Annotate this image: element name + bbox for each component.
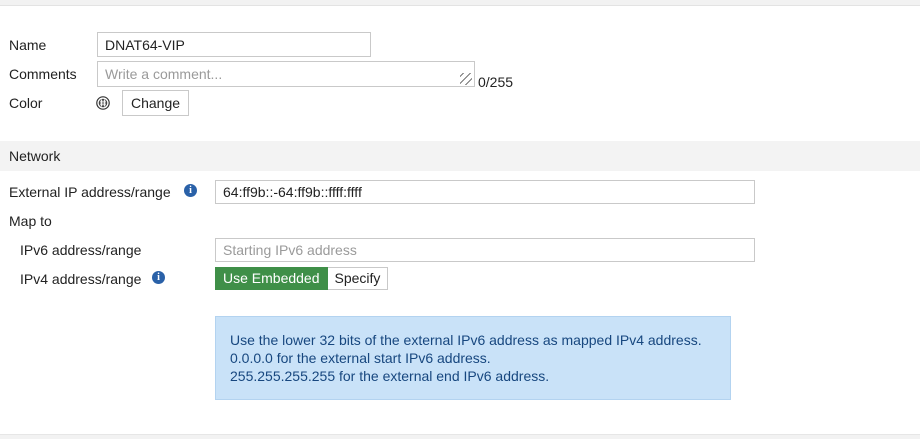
comments-counter: 0/255 bbox=[478, 74, 514, 90]
use-embedded-option[interactable]: Use Embedded bbox=[215, 267, 328, 290]
specify-option[interactable]: Specify bbox=[327, 267, 389, 290]
color-label: Color bbox=[9, 95, 43, 111]
resize-grip-icon[interactable] bbox=[460, 73, 472, 85]
info-message-box: Use the lower 32 bits of the external IP… bbox=[215, 316, 731, 400]
bottom-divider bbox=[0, 434, 920, 439]
network-section-title: Network bbox=[9, 148, 61, 164]
name-label: Name bbox=[9, 37, 47, 53]
info-icon[interactable]: i bbox=[184, 184, 197, 197]
comments-label: Comments bbox=[9, 66, 77, 82]
comments-field[interactable] bbox=[97, 61, 475, 87]
name-field[interactable] bbox=[97, 32, 371, 57]
color-change-button[interactable]: Change bbox=[122, 90, 189, 116]
info-line: 255.255.255.255 for the external end IPv… bbox=[230, 368, 550, 384]
external-ip-label: External IP address/range bbox=[9, 184, 171, 200]
ipv4-label: IPv4 address/range bbox=[20, 271, 142, 287]
external-ip-field[interactable] bbox=[215, 180, 755, 204]
info-icon[interactable]: i bbox=[152, 271, 165, 284]
map-to-label: Map to bbox=[9, 213, 52, 229]
ipv6-field[interactable] bbox=[215, 238, 755, 262]
top-divider bbox=[0, 0, 920, 6]
info-line: Use the lower 32 bits of the external IP… bbox=[230, 332, 702, 348]
network-section-header: Network bbox=[0, 141, 920, 171]
ipv4-mode-toggle: Use Embedded Specify bbox=[215, 267, 389, 290]
info-line: 0.0.0.0 for the external start IPv6 addr… bbox=[230, 350, 491, 366]
ipv6-label: IPv6 address/range bbox=[20, 242, 142, 258]
color-swatch-icon bbox=[96, 96, 110, 110]
